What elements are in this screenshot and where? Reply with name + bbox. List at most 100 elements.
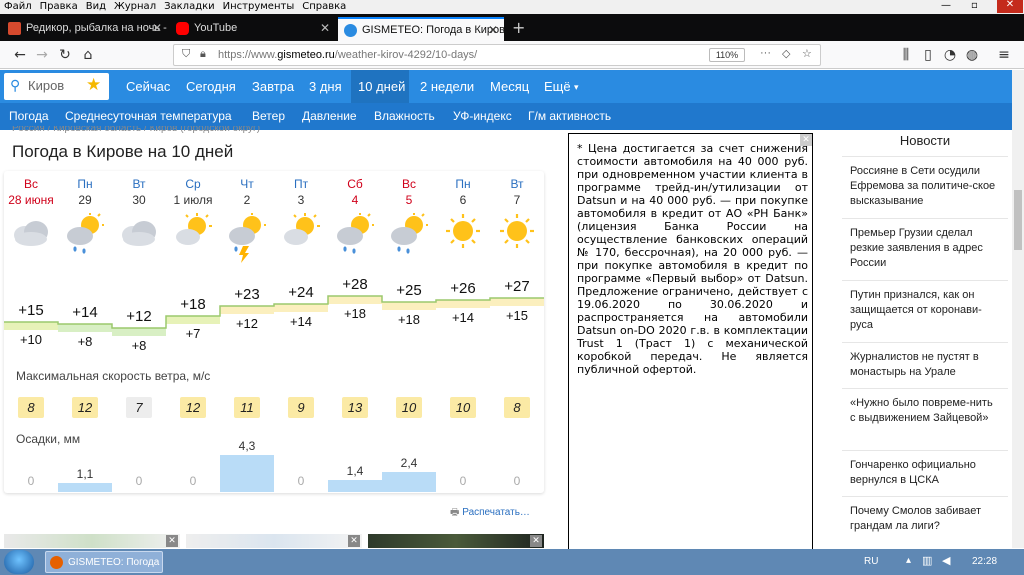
forecast-day[interactable]: Пн 6: [436, 177, 490, 253]
account-icon[interactable]: ◔: [940, 45, 960, 65]
close-ad-icon[interactable]: ✕: [800, 134, 812, 146]
subnav-uv[interactable]: УФ-индекс: [453, 109, 512, 123]
new-tab-icon[interactable]: +: [512, 18, 525, 37]
url-bar[interactable]: ⛉ 🔒︎ https://www.gismeteo.ru/weather-kir…: [173, 44, 821, 66]
temp-min: +8: [131, 338, 147, 353]
news-item[interactable]: Гончаренко официально вернулся в ЦСКА: [850, 458, 1000, 488]
precip-value: 0: [135, 474, 143, 488]
ad-thumbnail[interactable]: [4, 534, 180, 548]
taskbar-firefox[interactable]: GISMETEO: Погода в...: [45, 551, 163, 573]
news-item[interactable]: Журналистов не пустят в монастырь на Ура…: [850, 350, 1000, 380]
subnav-weather[interactable]: Погода: [9, 109, 49, 123]
city-search-input[interactable]: ⚲ Киров ★: [4, 73, 109, 100]
tab-redikor[interactable]: Редикор, рыбалка на ночь - Р ✕: [2, 17, 168, 41]
pocket-icon[interactable]: ◇: [782, 47, 790, 60]
menu-history[interactable]: Журнал: [110, 0, 160, 13]
forecast-day[interactable]: Пн 29: [58, 177, 112, 261]
news-item[interactable]: «Нужно было повреме-нить с выдвижением З…: [850, 396, 1000, 426]
subnav-avg-temp[interactable]: Среднесуточная температура: [65, 109, 232, 123]
close-tab-icon[interactable]: ✕: [488, 23, 498, 37]
favorite-star-icon[interactable]: ★: [86, 75, 101, 95]
print-link[interactable]: 🖶︎ Распечатать…: [450, 505, 530, 522]
tab-youtube[interactable]: YouTube ✕: [170, 17, 336, 41]
forecast-day[interactable]: Вс 28 июня: [4, 177, 58, 253]
breadcrumb[interactable]: Россия / Кировская область / Киров (горо…: [12, 126, 260, 134]
minimize-icon[interactable]: —: [941, 0, 951, 11]
tray-language[interactable]: RU: [864, 556, 878, 567]
nav-2-weeks[interactable]: 2 недели: [420, 79, 474, 94]
nav-more[interactable]: Ещё: [544, 79, 571, 94]
forecast-day[interactable]: Пт 3: [274, 177, 328, 253]
sidebar-icon[interactable]: ▯: [918, 45, 938, 65]
maximize-icon[interactable]: ▫: [971, 0, 978, 11]
weather-sun-cloud-rain-icon: [335, 213, 375, 261]
news-item[interactable]: Путин признался, как он защищается от ко…: [850, 288, 1000, 333]
nav-tomorrow[interactable]: Завтра: [252, 79, 294, 94]
wind-speed: 8: [504, 397, 530, 418]
menu-tools[interactable]: Инструменты: [219, 0, 299, 13]
forward-icon[interactable]: →: [32, 45, 52, 65]
lock-icon[interactable]: 🔒︎: [200, 48, 206, 61]
day-date: 3: [297, 193, 305, 207]
close-ad-icon[interactable]: ✕: [530, 535, 542, 547]
tab-gismeteo[interactable]: GISMETEO: Погода в Кирове н ✕: [338, 17, 504, 41]
news-item[interactable]: Премьер Грузии сделал резкие заявления в…: [850, 226, 1000, 271]
page-actions-icon[interactable]: ···: [760, 47, 771, 59]
back-icon[interactable]: ←: [10, 45, 30, 65]
start-button[interactable]: [4, 550, 34, 574]
subnav-humidity[interactable]: Влажность: [374, 109, 435, 123]
ad-thumbnail[interactable]: [368, 534, 544, 548]
nav-now[interactable]: Сейчас: [126, 79, 170, 94]
subnav-geomagnetic[interactable]: Г/м активность: [528, 109, 611, 123]
precip-value: 1,4: [346, 464, 364, 479]
zoom-level[interactable]: 110%: [709, 48, 745, 62]
menu-edit[interactable]: Правка: [36, 0, 82, 13]
forecast-day[interactable]: Сб 4: [328, 177, 382, 261]
close-tab-icon[interactable]: ✕: [320, 21, 330, 35]
tray-volume-icon[interactable]: ◀: [942, 554, 950, 567]
printer-icon: 🖶︎: [450, 507, 460, 518]
wind-speed: 7: [126, 397, 152, 418]
forecast-day[interactable]: Вс 5: [382, 177, 436, 261]
url-domain: gismeteo.ru: [277, 49, 335, 61]
forecast-day[interactable]: Ср 1 июля: [166, 177, 220, 253]
menu-bookmarks[interactable]: Закладки: [160, 0, 219, 13]
forecast-day[interactable]: Вт 30: [112, 177, 166, 253]
home-icon[interactable]: ⌂: [78, 45, 98, 65]
close-tab-icon[interactable]: ✕: [152, 21, 162, 35]
forecast-day[interactable]: Вт 7: [490, 177, 544, 253]
reload-icon[interactable]: ↻: [55, 45, 75, 65]
news-title: Новости: [899, 133, 951, 148]
subnav-wind[interactable]: Ветер: [252, 109, 285, 123]
bookmark-star-icon[interactable]: ☆: [802, 47, 812, 60]
close-ad-icon[interactable]: ✕: [348, 535, 360, 547]
menu-file[interactable]: Файл: [0, 0, 36, 13]
extension-icon[interactable]: ◍: [962, 45, 982, 65]
forecast-day[interactable]: Чт 2: [220, 177, 274, 267]
ad-thumbnail[interactable]: [186, 534, 362, 548]
menu-help[interactable]: Справка: [298, 0, 350, 13]
hamburger-menu-icon[interactable]: ≡: [994, 45, 1014, 65]
subnav-pressure[interactable]: Давление: [302, 109, 357, 123]
tray-network-icon[interactable]: ▥: [922, 554, 932, 567]
tab-favicon-icon: [8, 22, 21, 35]
nav-3-days[interactable]: 3 дня: [309, 79, 342, 94]
nav-10-days[interactable]: 10 дней: [358, 79, 405, 94]
news-item[interactable]: Россияне в Сети осудили Ефремова за поли…: [850, 164, 1000, 209]
menu-view[interactable]: Вид: [82, 0, 110, 13]
page-scrollbar[interactable]: [1012, 70, 1024, 548]
wind-speed: 10: [450, 397, 476, 418]
tray-time[interactable]: 22:28: [972, 556, 997, 567]
weather-sun-cloud-icon: [281, 213, 321, 253]
nav-today[interactable]: Сегодня: [186, 79, 236, 94]
precip-value: 0: [27, 474, 35, 488]
library-icon[interactable]: ⫼: [896, 45, 916, 65]
tray-arrow-icon[interactable]: ▴: [906, 555, 911, 566]
close-window-icon[interactable]: ✕: [997, 0, 1023, 13]
shield-icon[interactable]: ⛉: [182, 48, 190, 61]
chevron-down-icon[interactable]: ▾: [574, 82, 579, 93]
news-item[interactable]: Почему Смолов забивает грандам ла лиги?: [850, 504, 1000, 534]
scrollbar-thumb[interactable]: [1014, 190, 1022, 250]
close-ad-icon[interactable]: ✕: [166, 535, 178, 547]
nav-month[interactable]: Месяц: [490, 79, 529, 94]
